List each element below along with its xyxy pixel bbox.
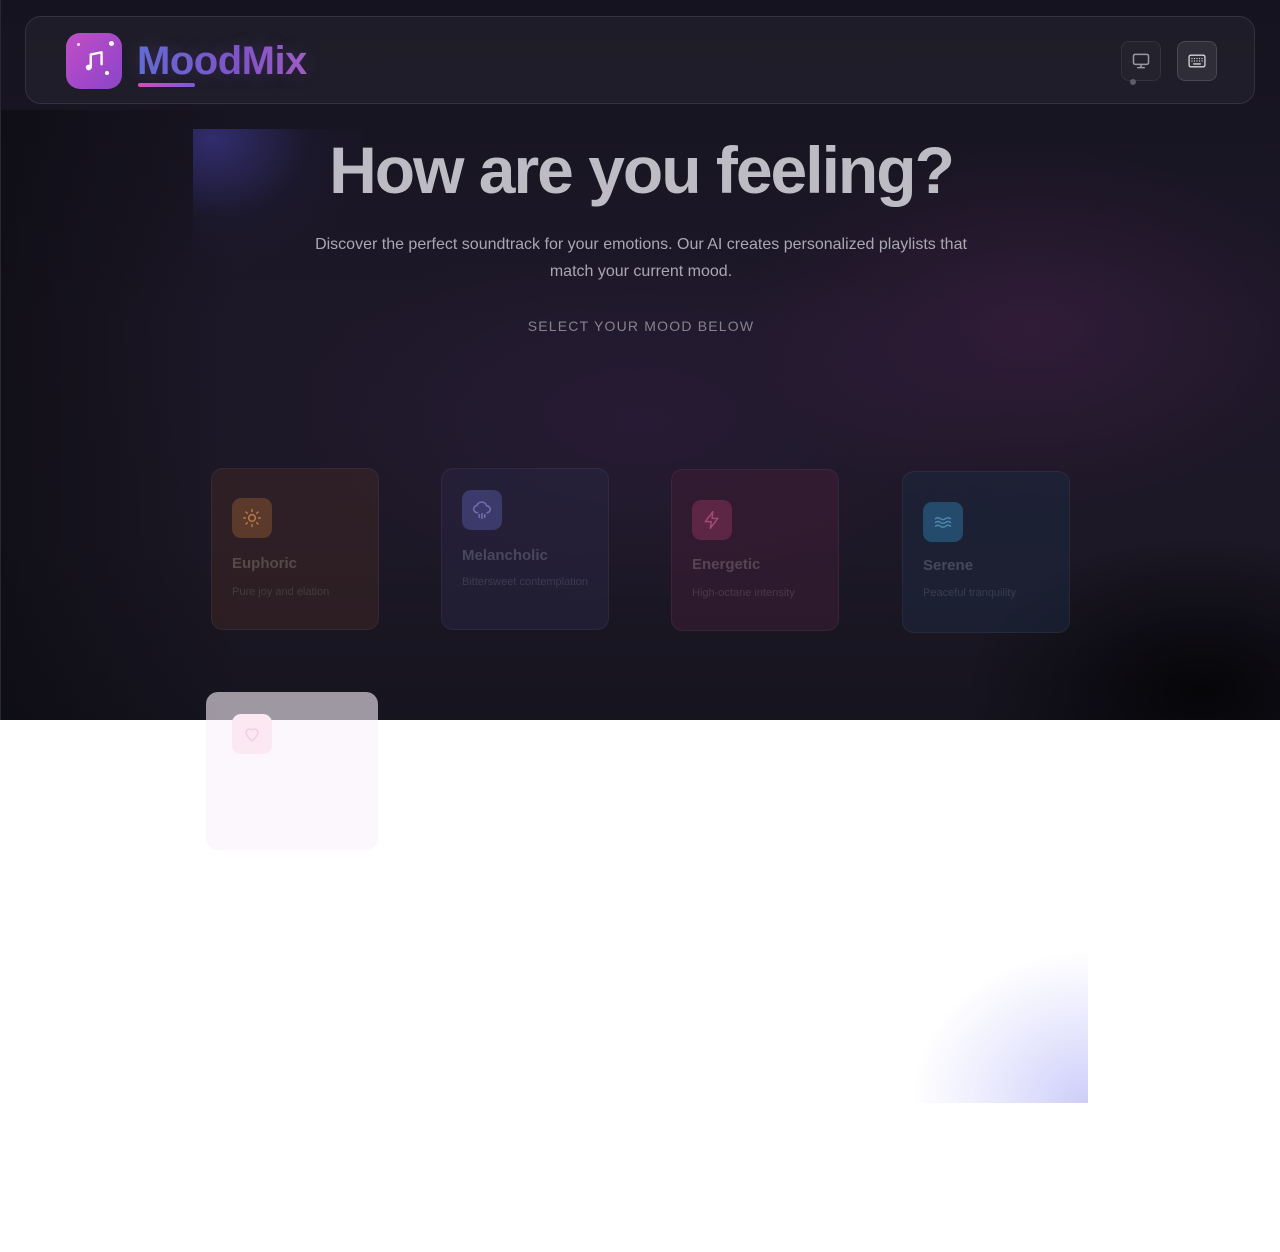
mood-description: Peaceful tranquility — [923, 587, 1016, 599]
mood-description: High-octane intensity — [692, 587, 795, 599]
brand-name[interactable]: MoodMix — [137, 39, 307, 84]
status-indicator — [1130, 79, 1136, 85]
mood-card-serene[interactable]: Serene Peaceful tranquility — [902, 471, 1070, 633]
keyboard-icon — [1188, 54, 1206, 68]
sun-icon — [232, 498, 272, 538]
mood-name: Melancholic — [462, 547, 548, 564]
decorative-corner-glow — [900, 915, 1088, 1103]
logo-badge[interactable] — [66, 33, 122, 89]
brand-underline — [138, 83, 195, 87]
mood-description: Pure joy and elation — [232, 586, 330, 598]
music-note-icon — [85, 51, 103, 71]
waves-icon — [923, 502, 963, 542]
mood-card-melancholic[interactable]: Melancholic Bittersweet contemplation — [441, 468, 609, 630]
keyboard-shortcuts-button[interactable] — [1177, 41, 1217, 81]
hero-subtitle: Discover the perfect soundtrack for your… — [315, 236, 967, 280]
mood-name: Euphoric — [232, 555, 298, 572]
monitor-icon — [1132, 53, 1150, 69]
mood-name: Energetic — [692, 556, 761, 573]
select-mood-hint: SELECT YOUR MOOD BELOW — [527, 318, 755, 334]
lightning-icon — [692, 500, 732, 540]
hero-title: How are you feeling? — [329, 133, 955, 207]
top-header: MoodMix — [25, 16, 1255, 104]
heart-icon — [232, 714, 272, 754]
mood-description: Bittersweet contemplation — [462, 576, 588, 588]
mood-card-romantic[interactable] — [206, 692, 378, 850]
mood-name: Serene — [923, 557, 974, 574]
cloud-rain-icon — [462, 490, 502, 530]
display-mode-button[interactable] — [1121, 41, 1161, 81]
app-viewport: MoodMix How are you feeling? Discover th… — [0, 0, 1280, 720]
mood-card-energetic[interactable]: Energetic High-octane intensity — [671, 469, 839, 631]
mood-card-euphoric[interactable]: Euphoric Pure joy and elation — [211, 468, 379, 630]
